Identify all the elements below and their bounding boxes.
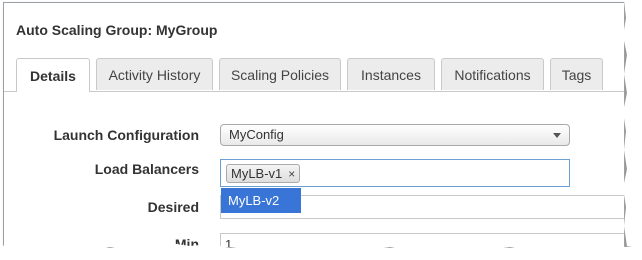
load-balancers-multiselect[interactable]: MyLB-v1 ×	[220, 159, 570, 187]
load-balancers-label: Load Balancers	[94, 161, 199, 177]
tab-activity-history[interactable]: Activity History	[96, 58, 213, 90]
launch-configuration-label: Launch Configuration	[53, 127, 199, 143]
launch-configuration-value: MyConfig	[229, 127, 284, 142]
tab-instances[interactable]: Instances	[347, 58, 435, 90]
chip-label: MyLB-v1	[231, 166, 283, 181]
min-input[interactable]: 1	[220, 233, 624, 247]
launch-configuration-select[interactable]: MyConfig	[220, 124, 570, 146]
tab-tags[interactable]: Tags	[550, 58, 603, 90]
chevron-down-icon	[553, 133, 561, 138]
load-balancer-option[interactable]: MyLB-v2	[221, 188, 301, 213]
tab-scaling-policies[interactable]: Scaling Policies	[219, 58, 341, 90]
tab-notifications[interactable]: Notifications	[441, 58, 544, 90]
close-icon[interactable]: ×	[288, 167, 295, 181]
page-title: Auto Scaling Group: MyGroup	[16, 22, 218, 38]
load-balancer-chip: MyLB-v1 ×	[226, 164, 301, 183]
desired-label: Desired	[147, 199, 199, 215]
tab-details[interactable]: Details	[16, 58, 90, 92]
tab-bar: Details Activity History Scaling Policie…	[4, 58, 624, 92]
auto-scaling-group-panel: Auto Scaling Group: MyGroup Details Acti…	[3, 2, 625, 248]
min-label: Min	[174, 236, 199, 248]
